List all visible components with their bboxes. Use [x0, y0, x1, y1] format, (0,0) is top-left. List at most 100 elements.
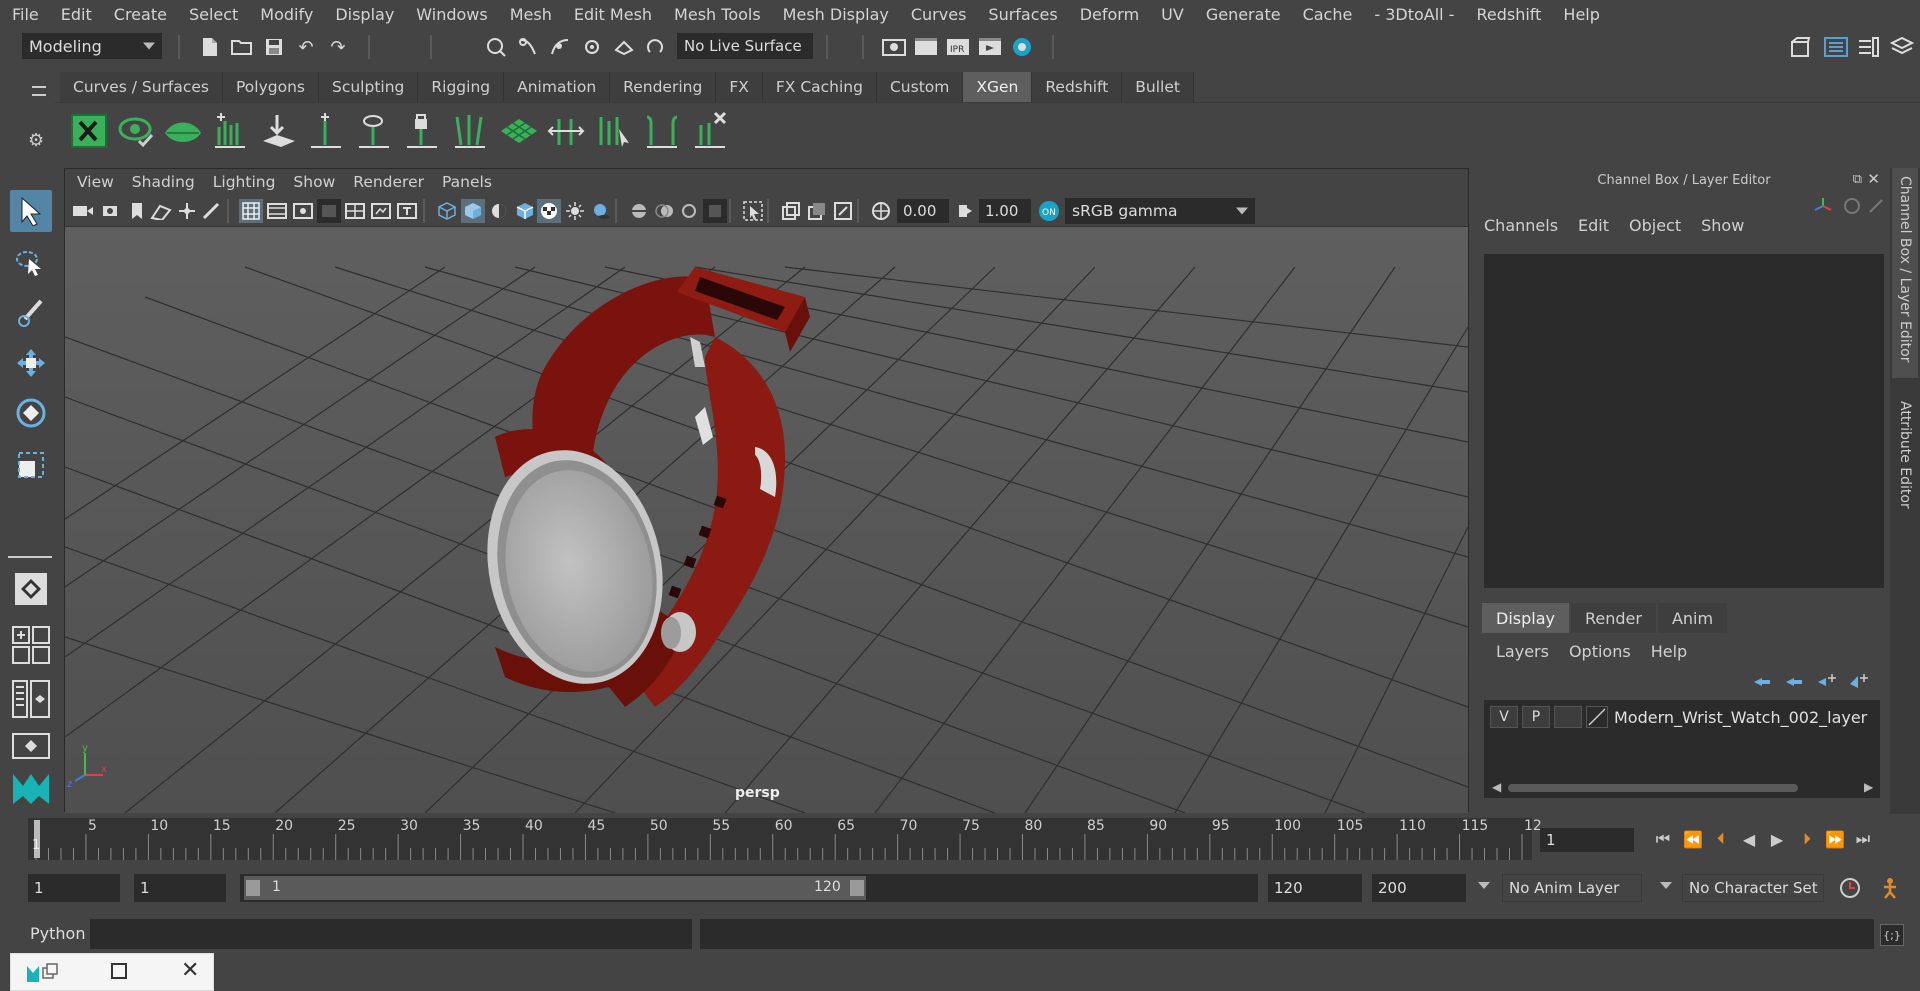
step-forward-frame-icon[interactable]: ⏵ — [1794, 826, 1820, 852]
layer-menu-options[interactable]: Options — [1569, 642, 1631, 661]
current-frame-field[interactable]: 1 — [1540, 828, 1634, 852]
paint-select-tool-icon[interactable] — [10, 292, 52, 334]
wireframe-on-shaded-icon[interactable] — [513, 199, 537, 223]
select-tool-icon[interactable] — [10, 190, 52, 232]
command-language-label[interactable]: Python — [30, 924, 85, 943]
save-scene-icon[interactable] — [262, 35, 286, 59]
menu-edit-mesh[interactable]: Edit Mesh — [574, 5, 652, 24]
select-camera-icon[interactable] — [71, 199, 95, 223]
range-slider-track[interactable]: 1 120 — [240, 874, 1258, 902]
render-view-icon[interactable] — [882, 35, 906, 59]
menu-curves[interactable]: Curves — [911, 5, 967, 24]
xgen-guides-icon[interactable] — [451, 111, 491, 153]
step-back-frame-icon[interactable]: ⏴ — [1708, 826, 1734, 852]
redo-icon[interactable]: ↷ — [326, 35, 350, 59]
modeling-toolkit-icon[interactable] — [1788, 35, 1812, 59]
layer-tab-display[interactable]: Display — [1482, 603, 1569, 633]
snap-to-point-icon[interactable] — [580, 35, 604, 59]
shadows-icon[interactable] — [589, 199, 613, 223]
xgen-preview-icon[interactable] — [117, 111, 157, 153]
snap-to-curve-icon[interactable] — [548, 35, 572, 59]
range-slider-handle-bar[interactable]: 1 120 — [244, 876, 866, 900]
menu-redshift[interactable]: Redshift — [1476, 5, 1541, 24]
maya-window-icon[interactable] — [25, 962, 59, 988]
anim-layer-field[interactable]: No Anim Layer — [1502, 874, 1642, 902]
viewport-menu-renderer[interactable]: Renderer — [353, 173, 424, 191]
color-space-dropdown[interactable]: sRGB gamma — [1065, 198, 1255, 224]
xgen-scale-guides-icon[interactable] — [547, 111, 587, 153]
script-editor-icon[interactable]: {;} — [1880, 924, 1904, 946]
side-tab-channel-box[interactable]: Channel Box / Layer Editor — [1892, 168, 1918, 378]
depth-of-field-icon[interactable] — [703, 199, 727, 223]
viewport-menu-lighting[interactable]: Lighting — [213, 173, 276, 191]
xgen-leaf-icon[interactable] — [163, 111, 203, 153]
xgen-guide-visibility-icon[interactable] — [355, 111, 395, 153]
default-material-icon[interactable] — [487, 199, 511, 223]
viewport-3d-scene[interactable]: x y z persp — [65, 227, 1468, 813]
layer-menu-layers[interactable]: Layers — [1496, 642, 1549, 661]
menu-file[interactable]: File — [12, 5, 39, 24]
menu-modify[interactable]: Modify — [260, 5, 313, 24]
maya-logo-icon[interactable] — [10, 772, 52, 808]
xgen-remove-guide-icon[interactable] — [691, 111, 731, 153]
layer-tab-render[interactable]: Render — [1570, 603, 1656, 633]
viewport-menu-shading[interactable]: Shading — [132, 173, 195, 191]
resolution-gate-icon[interactable] — [291, 199, 315, 223]
character-set-field[interactable]: No Character Set — [1682, 874, 1824, 902]
move-tool-icon[interactable] — [10, 342, 52, 384]
xgen-lock-guide-icon[interactable] — [403, 111, 443, 153]
go-to-start-icon[interactable]: ⏮ — [1650, 826, 1676, 852]
menu-deform[interactable]: Deform — [1080, 5, 1139, 24]
menu-3dtoall[interactable]: - 3DtoAll - — [1374, 5, 1454, 24]
render-current-frame-icon[interactable] — [914, 35, 938, 59]
layer-color-swatch[interactable] — [1586, 706, 1608, 728]
float-panel-icon[interactable]: ⧉ — [1853, 172, 1862, 187]
shelf-tab-curves-surfaces[interactable]: Curves / Surfaces — [60, 72, 224, 102]
undo-icon[interactable]: ↶ — [294, 35, 318, 59]
xray-icon[interactable] — [779, 199, 803, 223]
bookmark-icon[interactable] — [125, 199, 149, 223]
hypershade-icon[interactable] — [1010, 35, 1034, 59]
shelf-tab-fx[interactable]: FX — [716, 72, 763, 102]
menu-create[interactable]: Create — [114, 5, 167, 24]
outliner-layout-icon[interactable] — [10, 678, 52, 720]
chevron-down-icon[interactable] — [1478, 882, 1490, 889]
xgen-select-guides-icon[interactable] — [595, 111, 635, 153]
xray-joints-icon[interactable] — [805, 199, 829, 223]
xgen-place-icon[interactable] — [259, 111, 299, 153]
menu-edit[interactable]: Edit — [61, 5, 92, 24]
isolate-select-icon[interactable] — [741, 199, 765, 223]
playback-start-field[interactable]: 1 — [134, 874, 226, 902]
scroll-right-icon[interactable]: ▶ — [1864, 780, 1874, 794]
image-plane-icon[interactable] — [149, 199, 173, 223]
anti-aliasing-icon[interactable] — [677, 199, 701, 223]
exposure-field[interactable]: 0.00 — [897, 199, 949, 223]
channel-menu-edit[interactable]: Edit — [1578, 216, 1609, 235]
chevron-down-icon[interactable] — [1660, 882, 1672, 889]
gate-mask-icon[interactable] — [317, 199, 341, 223]
channel-menu-channels[interactable]: Channels — [1484, 216, 1558, 235]
motion-blur-icon[interactable] — [653, 199, 677, 223]
channel-box-area[interactable] — [1484, 254, 1884, 588]
rotate-tool-icon[interactable] — [10, 392, 52, 434]
menu-select[interactable]: Select — [189, 5, 238, 24]
menu-help[interactable]: Help — [1563, 5, 1599, 24]
animation-start-field[interactable]: 1 — [28, 874, 120, 902]
shelf-tab-redshift[interactable]: Redshift — [1032, 72, 1123, 102]
step-forward-key-icon[interactable]: ⏩ — [1822, 826, 1848, 852]
animation-end-field[interactable]: 200 — [1372, 874, 1466, 902]
scroll-left-icon[interactable]: ◀ — [1492, 780, 1502, 794]
lasso-tool-icon[interactable] — [10, 242, 52, 284]
xgen-add-guide-icon[interactable] — [211, 111, 251, 153]
menu-cache[interactable]: Cache — [1303, 5, 1353, 24]
channel-speed-icon[interactable] — [1842, 196, 1862, 220]
playback-end-field[interactable]: 120 — [1268, 874, 1362, 902]
auto-key-icon[interactable] — [1838, 876, 1862, 904]
grid-toggle-icon[interactable] — [239, 199, 263, 223]
menu-mesh[interactable]: Mesh — [510, 5, 552, 24]
viewport-menu-panels[interactable]: Panels — [442, 173, 492, 191]
layer-tab-anim[interactable]: Anim — [1657, 603, 1728, 633]
textured-icon[interactable] — [537, 199, 561, 223]
field-chart-icon[interactable] — [343, 199, 367, 223]
viewport-menu-show[interactable]: Show — [293, 173, 335, 191]
